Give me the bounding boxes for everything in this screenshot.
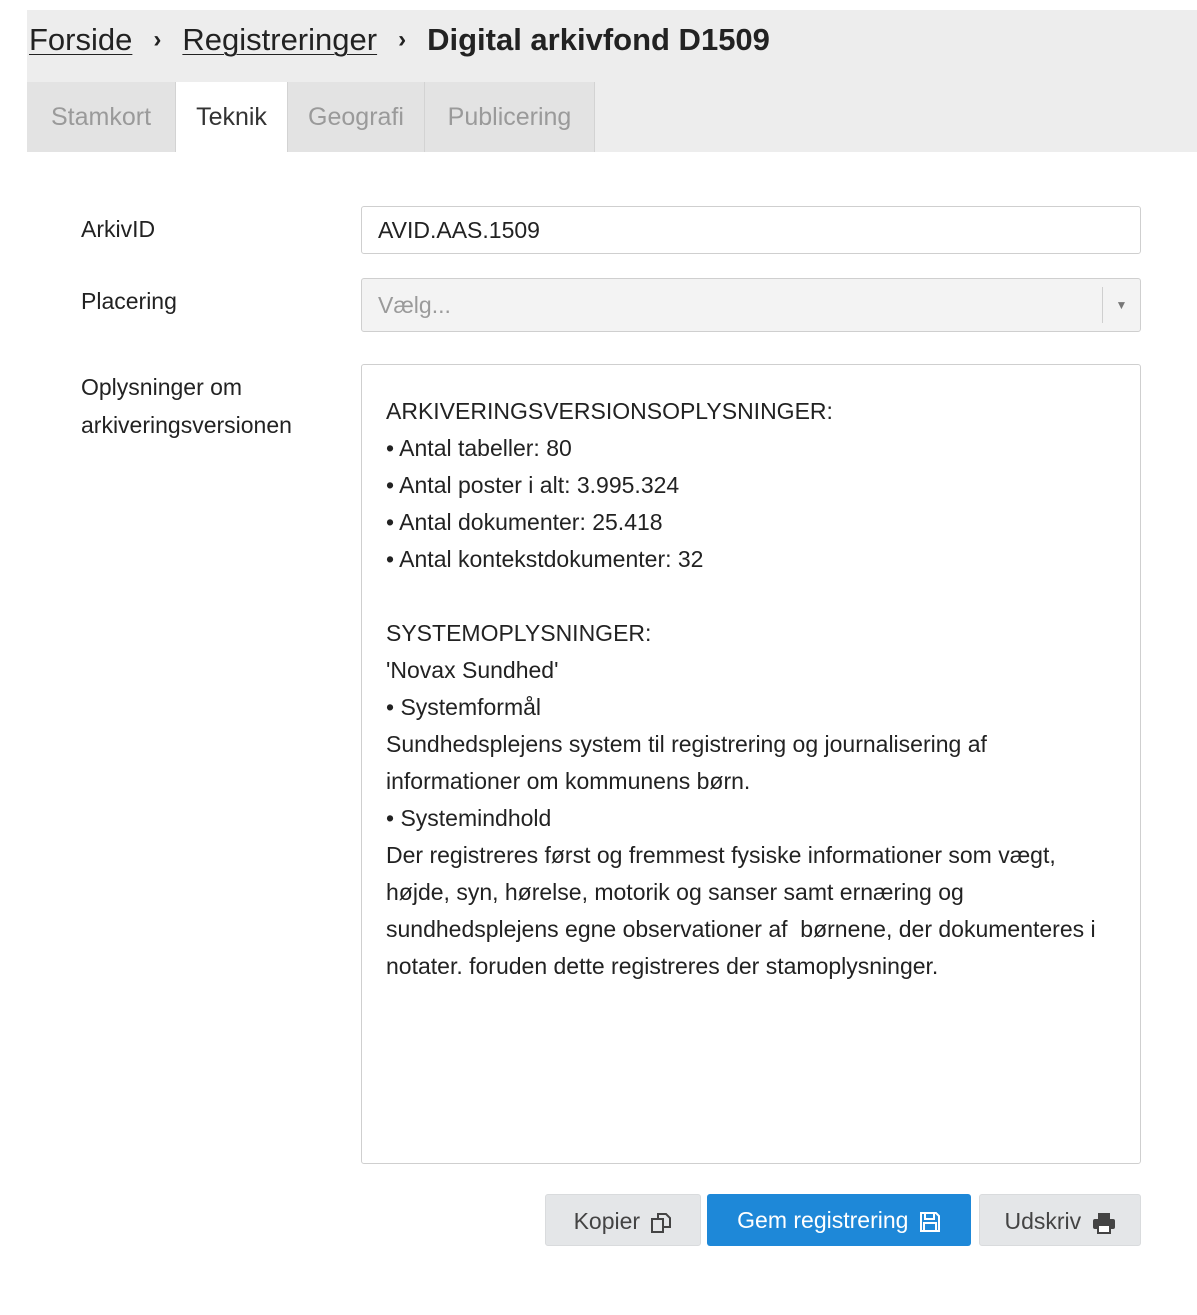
- breadcrumb-separator: ›: [398, 26, 407, 53]
- caret-down-icon[interactable]: ▼: [1102, 287, 1140, 323]
- printer-icon: [1092, 1212, 1116, 1234]
- copy-button-label: Kopier: [573, 1208, 641, 1234]
- tab-panel-teknik: ArkivID AVID.AAS.1509 Placering Vælg... …: [27, 152, 1197, 1307]
- arkivid-input[interactable]: AVID.AAS.1509: [361, 206, 1141, 254]
- tab-teknik[interactable]: Teknik: [176, 82, 288, 152]
- tab-bar: Stamkort Teknik Geografi Publicering: [27, 82, 595, 152]
- breadcrumb-current: Digital arkivfond D1509: [427, 22, 770, 57]
- placering-label: Placering: [81, 288, 177, 314]
- breadcrumb-home-link[interactable]: Forside: [29, 22, 132, 58]
- breadcrumb: Forside › Registreringer › Digital arkiv…: [29, 22, 770, 58]
- breadcrumb-registrations-link[interactable]: Registreringer: [182, 22, 377, 58]
- tab-geografi[interactable]: Geografi: [288, 82, 425, 152]
- info-textarea[interactable]: ARKIVERINGSVERSIONSOPLYSNINGER: • Antal …: [361, 364, 1141, 1164]
- info-label: Oplysninger om arkiveringsversionen: [81, 374, 292, 438]
- placering-placeholder: Vælg...: [378, 292, 451, 318]
- arkivid-label: ArkivID: [81, 216, 156, 242]
- page-container: Forside › Registreringer › Digital arkiv…: [27, 10, 1197, 1307]
- print-button[interactable]: Udskriv: [979, 1194, 1141, 1246]
- copy-icon: [650, 1212, 672, 1234]
- print-button-label: Udskriv: [1004, 1208, 1082, 1234]
- floppy-disk-icon: [919, 1211, 941, 1233]
- save-button-label: Gem registrering: [737, 1207, 909, 1233]
- placering-select[interactable]: Vælg... ▼: [361, 278, 1141, 332]
- save-button[interactable]: Gem registrering: [707, 1194, 971, 1246]
- copy-button[interactable]: Kopier: [545, 1194, 701, 1246]
- tab-stamkort[interactable]: Stamkort: [27, 82, 176, 152]
- tab-publicering[interactable]: Publicering: [425, 82, 595, 152]
- breadcrumb-separator: ›: [153, 26, 162, 53]
